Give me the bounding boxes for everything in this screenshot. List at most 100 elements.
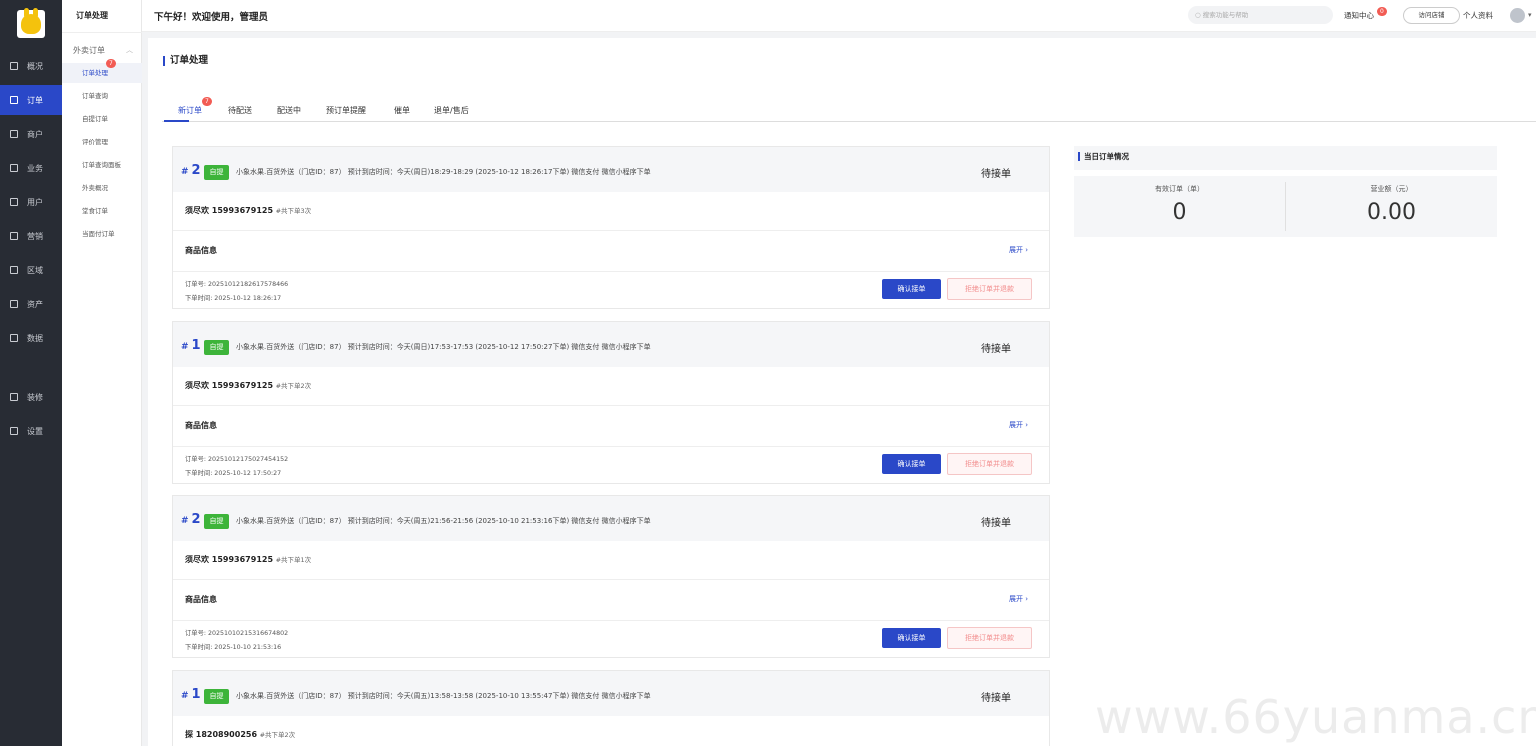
search-icon: ○ bbox=[1195, 11, 1203, 19]
order-card: #1 自提 小象水果.百货外送（门店ID：87） 预计到店时间：今天(周五)13… bbox=[172, 670, 1050, 746]
order-status: 待接单 bbox=[981, 518, 1011, 529]
sub-item-order-query[interactable]: 订单查询 bbox=[62, 86, 142, 106]
order-icon bbox=[10, 96, 18, 104]
tab-label: 新订单 bbox=[178, 106, 202, 115]
nav-label: 订单 bbox=[27, 95, 43, 105]
confirm-order-button[interactable]: 确认接单 bbox=[882, 279, 941, 299]
merchant-icon bbox=[10, 130, 18, 138]
order-info: 小象水果.百货外送（门店ID：87） 预计到店时间：今天(周日)17:53-17… bbox=[236, 343, 651, 351]
nav-item-order[interactable]: 订单 bbox=[0, 85, 62, 115]
customer-info: 须尽欢 15993679125 #共下单1次 bbox=[185, 555, 312, 564]
expand-link[interactable]: 展开 › bbox=[1009, 245, 1028, 255]
nav-item-merchant[interactable]: 商户 bbox=[0, 119, 62, 149]
nav-item-data[interactable]: 数据 bbox=[0, 323, 62, 353]
order-card-header: #1 自提 小象水果.百货外送（门店ID：87） 预计到店时间：今天(周五)13… bbox=[173, 671, 1049, 716]
pickup-tag: 自提 bbox=[204, 689, 229, 704]
notice-badge: 0 bbox=[1377, 7, 1387, 16]
sub-item-pickup-orders[interactable]: 自提订单 bbox=[62, 109, 142, 129]
sub-item-dinein-orders[interactable]: 堂食订单 bbox=[62, 201, 142, 221]
user-icon bbox=[10, 198, 18, 206]
chevron-up-icon: ︿ bbox=[126, 46, 133, 54]
sub-item-takeout-overview[interactable]: 外卖概况 bbox=[62, 178, 142, 198]
order-status: 待接单 bbox=[981, 344, 1011, 355]
divider bbox=[173, 446, 1049, 447]
notice-label: 通知中心 bbox=[1344, 11, 1374, 20]
reject-refund-button[interactable]: 拒绝订单并退款 bbox=[947, 278, 1032, 300]
sub-item-reviews[interactable]: 评价管理 bbox=[62, 132, 142, 152]
nav-item-overview[interactable]: 概况 bbox=[0, 51, 62, 81]
order-status: 待接单 bbox=[981, 693, 1011, 704]
avatar[interactable] bbox=[1510, 8, 1525, 23]
expand-link[interactable]: 展开 › bbox=[1009, 594, 1028, 604]
nav-item-region[interactable]: 区域 bbox=[0, 255, 62, 285]
reject-refund-button[interactable]: 拒绝订单并退款 bbox=[947, 627, 1032, 649]
tab-to-deliver[interactable]: 待配送 bbox=[228, 105, 252, 116]
order-number: #2 bbox=[181, 512, 201, 527]
order-time: 下单时间: 2025-10-12 18:26:17 bbox=[185, 295, 282, 302]
visit-store-button[interactable]: 访问店铺 bbox=[1403, 7, 1460, 24]
sub-item-order-processing[interactable]: 订单处理 7 bbox=[62, 59, 142, 83]
sub-nav: 订单处理 外卖订单 ︿ 订单处理 7 订单查询 自提订单 评价管理 订单查询面板 外… bbox=[62, 0, 142, 746]
divider bbox=[173, 579, 1049, 580]
tab-delivering[interactable]: 配送中 bbox=[277, 105, 301, 116]
reject-refund-button[interactable]: 拒绝订单并退款 bbox=[947, 453, 1032, 475]
overview-icon bbox=[10, 62, 18, 70]
active-tab-indicator bbox=[164, 120, 189, 122]
goods-info-label: 商品信息 bbox=[185, 246, 217, 255]
nav-item-user[interactable]: 用户 bbox=[0, 187, 62, 217]
tab-refund[interactable]: 退单/售后 bbox=[434, 105, 469, 116]
nav-label: 用户 bbox=[27, 197, 43, 207]
nav-label: 资产 bbox=[27, 299, 43, 309]
order-number: #1 bbox=[181, 338, 201, 353]
profile-link[interactable]: 个人资料 bbox=[1463, 10, 1493, 21]
nav-item-asset[interactable]: 资产 bbox=[0, 289, 62, 319]
business-icon bbox=[10, 164, 18, 172]
sub-nav-group[interactable]: 外卖订单 ︿ bbox=[73, 45, 133, 56]
sub-item-label: 订单处理 bbox=[82, 69, 108, 77]
order-info: 小象水果.百货外送（门店ID：87） 预计到店时间：今天(周五)21:56-21… bbox=[236, 517, 651, 525]
tab-urge[interactable]: 催单 bbox=[394, 105, 410, 116]
order-number: #1 bbox=[181, 687, 201, 702]
pickup-tag: 自提 bbox=[204, 165, 229, 180]
tab-preorder-reminder[interactable]: 预订单提醒 bbox=[326, 105, 366, 116]
sub-item-facepay-orders[interactable]: 当面付订单 bbox=[62, 224, 142, 244]
nav-item-decorate[interactable]: 装修 bbox=[0, 382, 62, 412]
nav-label: 设置 bbox=[27, 426, 43, 436]
nav-label: 装修 bbox=[27, 392, 43, 402]
order-info: 小象水果.百货外送（门店ID：87） 预计到店时间：今天(周日)18:29-18… bbox=[236, 168, 651, 176]
nav-item-marketing[interactable]: 营销 bbox=[0, 221, 62, 251]
today-summary-stats: 有效订单（单） 0 营业额（元） 0.00 bbox=[1074, 176, 1497, 237]
pickup-tag: 自提 bbox=[204, 514, 229, 529]
chevron-down-icon[interactable]: ▾ bbox=[1528, 11, 1532, 19]
order-card: #2 自提 小象水果.百货外送（门店ID：87） 预计到店时间：今天(周日)18… bbox=[172, 146, 1050, 309]
divider bbox=[62, 32, 142, 33]
tab-new-orders[interactable]: 新订单 7 bbox=[178, 97, 212, 116]
nav-item-settings[interactable]: 设置 bbox=[0, 416, 62, 446]
settings-icon bbox=[10, 427, 18, 435]
pickup-tag: 自提 bbox=[204, 340, 229, 355]
confirm-order-button[interactable]: 确认接单 bbox=[882, 628, 941, 648]
order-number: #2 bbox=[181, 163, 201, 178]
watermark: www.66yuanma.cn bbox=[1095, 690, 1536, 744]
confirm-order-button[interactable]: 确认接单 bbox=[882, 454, 941, 474]
nav-item-business[interactable]: 业务 bbox=[0, 153, 62, 183]
customer-info: 探 18208900256 #共下单2次 bbox=[185, 730, 296, 739]
logo-icon[interactable] bbox=[17, 8, 45, 38]
divider bbox=[173, 230, 1049, 231]
expand-link[interactable]: 展开 › bbox=[1009, 420, 1028, 430]
today-summary-header: 当日订单情况 bbox=[1074, 146, 1497, 170]
order-card-header: #2 自提 小象水果.百货外送（门店ID：87） 预计到店时间：今天(周五)21… bbox=[173, 496, 1049, 541]
sub-nav-group-label: 外卖订单 bbox=[73, 46, 105, 55]
order-card: #1 自提 小象水果.百货外送（门店ID：87） 预计到店时间：今天(周日)17… bbox=[172, 321, 1050, 484]
marketing-icon bbox=[10, 232, 18, 240]
main-panel: 订单处理 新订单 7 待配送 配送中 预订单提醒 催单 退单/售后 #2 自提 小… bbox=[148, 38, 1536, 746]
sub-item-query-panel[interactable]: 订单查询面板 bbox=[62, 155, 142, 175]
search-input[interactable]: ○ 搜索功能与帮助 bbox=[1188, 6, 1333, 24]
sub-nav-title: 订单处理 bbox=[76, 11, 108, 20]
order-card-header: #2 自提 小象水果.百货外送（门店ID：87） 预计到店时间：今天(周日)18… bbox=[173, 147, 1049, 192]
revenue-label: 营业额（元） bbox=[1370, 185, 1413, 193]
notice-center-link[interactable]: 通知中心 0 bbox=[1344, 7, 1387, 21]
order-no: 订单号: 20251010215316674802 bbox=[185, 630, 289, 637]
order-no: 订单号: 20251012182617578466 bbox=[185, 281, 289, 288]
goods-info-label: 商品信息 bbox=[185, 421, 217, 430]
